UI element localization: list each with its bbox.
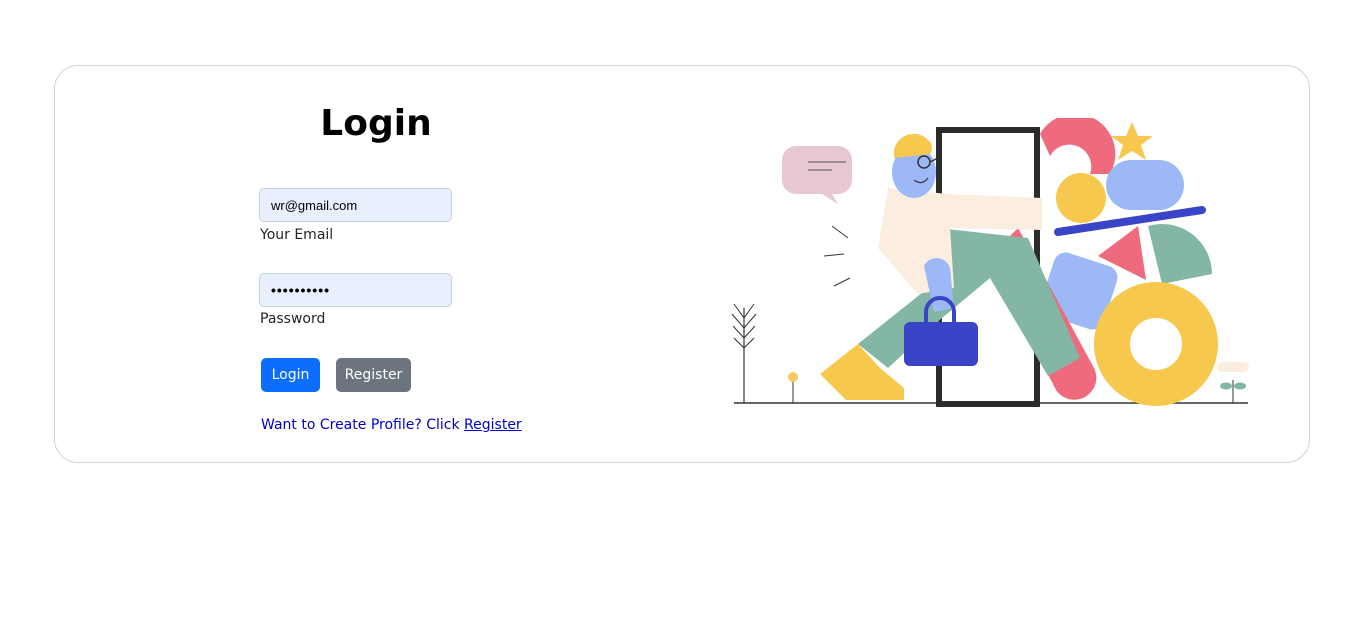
email-label: Your Email — [260, 227, 334, 243]
register-prompt: Want to Create Profile? Click Register — [261, 417, 522, 433]
person-entering-door-illustration — [731, 118, 1249, 407]
register-link[interactable]: Register — [464, 417, 522, 433]
password-input[interactable] — [259, 273, 452, 307]
page-title: Login — [320, 103, 432, 144]
register-button[interactable]: Register — [336, 358, 411, 392]
login-button[interactable]: Login — [261, 358, 320, 392]
email-input[interactable] — [259, 188, 452, 222]
password-label: Password — [260, 311, 326, 327]
register-prompt-text: Want to Create Profile? Click — [261, 417, 465, 433]
